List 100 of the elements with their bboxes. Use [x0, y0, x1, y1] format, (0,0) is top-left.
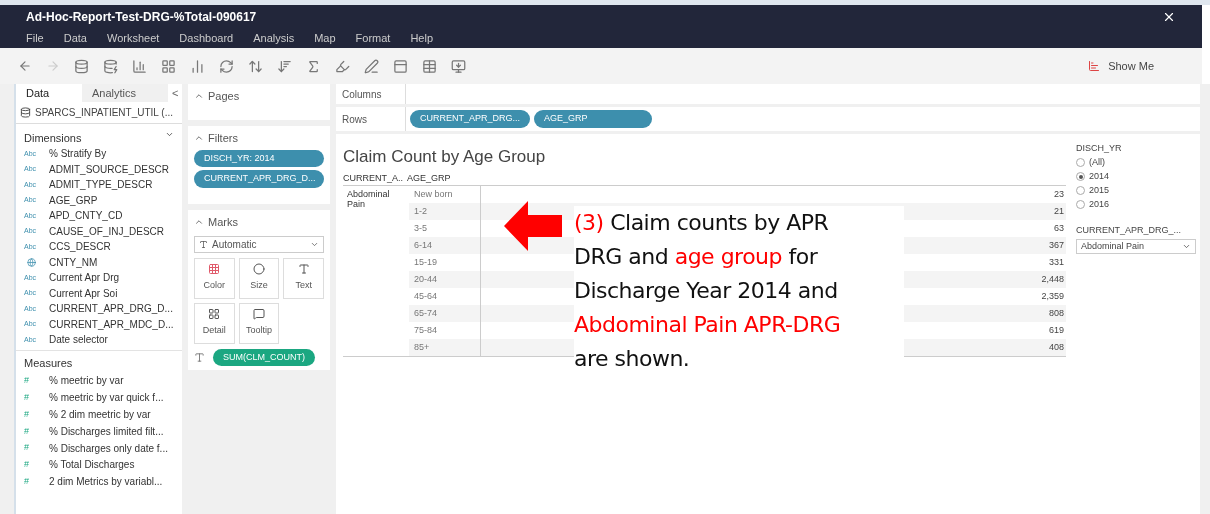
column-header: AGE_GRP [407, 171, 451, 185]
menu-item[interactable]: File [26, 29, 44, 47]
measure-field[interactable]: % meetric by var [49, 373, 124, 389]
field-type-label: # [24, 407, 30, 421]
back-icon[interactable] [18, 59, 32, 73]
menu-item[interactable]: Help [410, 29, 434, 47]
measure-field[interactable]: % Discharges only date f... [49, 440, 168, 456]
radio-option[interactable]: 2014 [1076, 169, 1200, 184]
claim-count-cell-text: 808 [1048, 306, 1065, 320]
claim-count-cell-text: 408 [1048, 340, 1065, 354]
dimension-field[interactable]: Current Apr Drg [49, 270, 120, 286]
dimension-field[interactable]: CNTY_NM [49, 254, 98, 270]
dimension-field[interactable]: ADMIT_TYPE_DESCR [49, 177, 153, 193]
column-header: CURRENT_A.. [343, 171, 404, 185]
row-header: Abdominal Pain [346, 188, 391, 211]
menu-item[interactable]: Format [355, 29, 391, 47]
color-dots-icon [208, 263, 221, 276]
dimension-field[interactable]: CCS_DESCR [49, 239, 111, 255]
collapse-button[interactable]: < [172, 84, 179, 102]
sort-descending-icon[interactable] [277, 58, 292, 74]
claim-count-cell-text: 367 [1048, 238, 1065, 252]
tooltip-icon [253, 308, 265, 321]
measure-field[interactable]: % meetric by var quick f... [49, 390, 164, 406]
dimension-field[interactable]: % Stratify By [49, 146, 107, 162]
age-group-cell: 20-44 [409, 271, 481, 288]
menu-item[interactable]: Map [314, 29, 336, 47]
table-icon[interactable] [422, 58, 437, 74]
detail-icon [208, 308, 221, 321]
dimension-field[interactable]: Date selector [49, 332, 108, 348]
filter-title: DISCH_YR [1076, 142, 1123, 155]
measure-field[interactable]: % 2 dim meetric by var [49, 407, 151, 422]
sum-icon[interactable] [306, 58, 321, 74]
size-icon [253, 263, 265, 276]
dimension-field[interactable]: ADMIT_SOURCE_DESCR [49, 161, 170, 177]
claim-count-cell-text: 63 [1054, 221, 1065, 235]
claim-count-cell-text: 619 [1048, 323, 1065, 337]
highlighter-icon[interactable] [335, 58, 350, 74]
filter-dropdown[interactable]: Abdominal Pain [1076, 239, 1196, 254]
field-type-label: # [24, 424, 30, 438]
section-title: Marks [208, 215, 238, 230]
field-pill[interactable]: CURRENT_APR_DRG... [410, 110, 530, 128]
dimension-field[interactable]: CAUSE_OF_INJ_DESCR [49, 223, 165, 239]
dimension-field[interactable]: APD_CNTY_CD [49, 208, 123, 224]
mark-card[interactable]: Text [283, 257, 324, 299]
pen-icon[interactable] [364, 58, 379, 74]
claim-count-cell-text: 331 [1048, 255, 1065, 269]
text-icon [194, 351, 205, 363]
shelf-label: Rows [336, 107, 406, 131]
mark-card[interactable]: Size [238, 257, 280, 299]
dimension-field[interactable]: Current Apr Soi [49, 285, 118, 301]
radio-option[interactable]: (All) [1076, 155, 1200, 170]
panel-tab[interactable]: Analytics [82, 84, 168, 102]
age-group-cell: 85+ [409, 339, 481, 356]
age-group-cell: 65-74 [409, 305, 481, 322]
section-title: Measures [24, 355, 74, 371]
data-source-name[interactable]: SPARCS_INPATIENT_UTIL (... [35, 105, 173, 120]
measure-field[interactable]: % Total Discharges [49, 457, 135, 473]
dimension-field[interactable]: CURRENT_APR_DRG_D... [49, 301, 173, 317]
mark-card[interactable]: Color [194, 257, 235, 299]
menu-item[interactable]: Data [63, 29, 87, 47]
measure-field[interactable]: % Discharges limited filt... [49, 423, 164, 439]
radio-option[interactable]: 2015 [1076, 183, 1200, 198]
section-title: Dimensions [24, 131, 82, 146]
window-title: Ad-Hoc-Report-Test-DRG-%Total-090617 [26, 8, 257, 26]
field-type-label: # [24, 458, 30, 472]
field-type-label: # [24, 474, 30, 488]
field-type-label: # [24, 374, 30, 388]
mark-card[interactable]: Tooltip [238, 302, 280, 344]
field-pill[interactable]: DISCH_YR: 2014 [194, 149, 324, 167]
section-title: Pages [208, 89, 240, 104]
presentation-icon[interactable] [451, 58, 466, 74]
new-worksheet-icon[interactable] [132, 58, 147, 74]
new-data-source-icon[interactable] [74, 58, 89, 74]
dashboard-icon[interactable] [161, 58, 176, 74]
mark-type-dropdown[interactable]: Automatic [194, 235, 324, 253]
mark-card[interactable]: Detail [194, 302, 235, 344]
dimension-field[interactable]: CURRENT_APR_MDC_D... [49, 316, 174, 332]
field-pill[interactable]: AGE_GRP [534, 110, 652, 128]
shelf-label: Columns [336, 84, 406, 104]
globe-icon [27, 257, 36, 267]
show-me-button[interactable]: Show Me [1088, 57, 1154, 75]
measure-field[interactable]: 2 dim Metrics by variabl... [49, 474, 163, 490]
dropdown-icon[interactable] [165, 130, 174, 139]
dropdown-icon [1182, 242, 1191, 251]
text-icon [297, 263, 310, 276]
field-type-label: # [24, 390, 30, 404]
menu-item[interactable]: Worksheet [107, 29, 160, 47]
menu-item[interactable]: Analysis [253, 29, 295, 47]
sheet-title: Claim Count by Age Group [343, 146, 547, 168]
database-icon [20, 107, 31, 118]
frame-icon[interactable] [393, 58, 408, 74]
menu-item[interactable]: Dashboard [179, 29, 234, 47]
field-pill[interactable]: CURRENT_APR_DRG_D... [194, 170, 324, 188]
claim-count-cell-text: 21 [1054, 204, 1065, 218]
chart-icon [1088, 60, 1101, 72]
dimension-field[interactable]: AGE_GRP [49, 192, 98, 208]
radio-option[interactable]: 2016 [1076, 197, 1200, 212]
filter-title: CURRENT_APR_DRG_... [1076, 223, 1183, 237]
age-group-cell: 1-2 [409, 203, 481, 220]
arrow-icon [504, 201, 562, 251]
